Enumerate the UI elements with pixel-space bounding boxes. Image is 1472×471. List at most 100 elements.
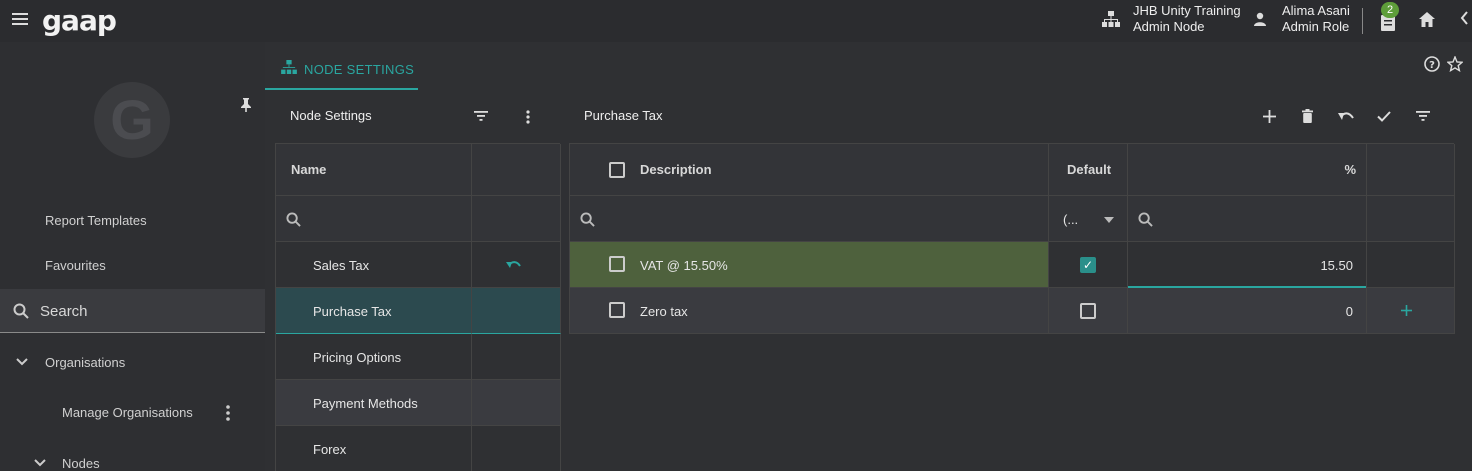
node-settings-grid: Name Sales Tax Purchase Tax Pricing Opti… (275, 143, 561, 471)
tab-node-settings[interactable]: NODE SETTINGS (265, 52, 418, 90)
default-checkbox-checked[interactable]: ✓ (1080, 257, 1096, 273)
dropdown-arrow-icon (1104, 217, 1114, 223)
more-vertical-icon[interactable] (526, 110, 530, 124)
node-role: Admin Node (1133, 19, 1205, 34)
tab-label: NODE SETTINGS (304, 62, 415, 77)
list-item-label: Pricing Options (313, 350, 402, 365)
purchase-tax-grid: Description Default % (... VAT @ 15.50% … (569, 143, 1455, 334)
column-header-label: Default (1067, 162, 1112, 177)
list-item[interactable]: Payment Methods (276, 380, 472, 426)
more-vertical-icon[interactable] (226, 405, 230, 421)
select-all-checkbox[interactable] (609, 162, 625, 178)
app-logo: gaap (42, 4, 117, 37)
sidebar-search[interactable]: Search (0, 289, 265, 333)
description-filter-input[interactable] (570, 196, 1049, 242)
user-icon (1253, 12, 1267, 31)
undo-icon[interactable] (1338, 111, 1354, 122)
node-selector[interactable]: JHB Unity Training Admin Node (1133, 3, 1241, 35)
star-icon[interactable] (1447, 56, 1463, 72)
left-panel-title: Node Settings (290, 108, 372, 123)
node-name: JHB Unity Training (1133, 3, 1241, 18)
sitemap-icon (281, 60, 297, 74)
svg-text:?: ? (1429, 60, 1435, 71)
user-role: Admin Role (1282, 19, 1350, 34)
column-header-name[interactable]: Name (276, 144, 472, 196)
search-label: Search (40, 303, 88, 320)
right-panel-title: Purchase Tax (584, 108, 663, 123)
percent-edit-input[interactable]: 15.50 (1128, 242, 1367, 288)
list-item-selected[interactable]: Purchase Tax (276, 288, 472, 334)
name-filter-input[interactable] (276, 196, 472, 242)
user-name: Alima Asani (1282, 3, 1350, 18)
column-header-default[interactable]: Default (1049, 144, 1128, 196)
add-icon (1401, 305, 1412, 316)
column-header-description[interactable]: Description (570, 144, 1049, 196)
search-icon (1138, 212, 1153, 227)
user-menu[interactable]: Alima Asani Admin Role (1282, 3, 1350, 35)
column-header-label: % (1344, 162, 1356, 177)
chevron-down-icon[interactable] (34, 459, 46, 467)
list-item-actions (472, 288, 561, 334)
row-percent: 15.50 (1320, 258, 1353, 273)
table-row-default[interactable]: ✓ (1049, 242, 1128, 288)
list-item[interactable]: Forex (276, 426, 472, 471)
home-icon[interactable] (1419, 12, 1435, 32)
add-row-button[interactable] (1367, 288, 1455, 334)
column-header-actions (1367, 144, 1455, 196)
row-checkbox[interactable] (609, 256, 625, 272)
table-row-percent[interactable]: 0 (1128, 288, 1367, 334)
tree-item-nodes[interactable]: Nodes (62, 456, 100, 471)
list-item[interactable]: Pricing Options (276, 334, 472, 380)
list-item-actions (472, 426, 561, 471)
list-item-label: Sales Tax (313, 258, 370, 273)
tree-item-organisations[interactable]: Organisations (45, 355, 125, 370)
tree-item-manage-organisations[interactable]: Manage Organisations (62, 405, 193, 420)
list-item[interactable]: Sales Tax (276, 242, 472, 288)
menu-icon[interactable] (12, 13, 28, 27)
filter-icon[interactable] (474, 111, 488, 121)
sidebar: G Report Templates Favourites Search Org… (0, 42, 265, 471)
table-row-description[interactable]: Zero tax (570, 288, 1049, 334)
row-checkbox[interactable] (609, 302, 625, 318)
list-item-label: Payment Methods (313, 396, 418, 411)
notification-badge: 2 (1381, 2, 1399, 18)
row-description: VAT @ 15.50% (640, 258, 728, 273)
row-description: Zero tax (640, 304, 688, 319)
percent-filter-input[interactable] (1128, 196, 1367, 242)
search-icon (13, 303, 29, 319)
help-icon[interactable]: ? (1424, 56, 1440, 72)
pin-icon[interactable] (240, 98, 252, 115)
collapse-chevron-icon[interactable] (1460, 11, 1468, 30)
filter-icon[interactable] (1416, 111, 1430, 121)
filter-cell-empty (472, 196, 561, 242)
search-icon (580, 212, 595, 227)
list-item-label: Forex (313, 442, 347, 457)
add-icon[interactable] (1263, 110, 1276, 123)
table-row-description[interactable]: VAT @ 15.50% (570, 242, 1049, 288)
table-row-default[interactable] (1049, 288, 1128, 334)
top-bar: gaap JHB Unity Training Admin Node Alima… (0, 0, 1472, 42)
default-filter-value: (... (1063, 212, 1079, 227)
row-percent: 0 (1345, 304, 1353, 319)
undo-row-button[interactable] (472, 242, 561, 288)
search-icon (286, 212, 301, 227)
row-actions (1367, 242, 1455, 288)
check-icon[interactable] (1377, 111, 1391, 122)
filter-cell-empty (1367, 196, 1455, 242)
column-header-label: Name (291, 162, 327, 177)
default-checkbox[interactable] (1080, 303, 1096, 319)
delete-icon[interactable] (1302, 109, 1313, 123)
list-item-actions (472, 334, 561, 380)
undo-icon (506, 261, 521, 268)
sidebar-item-report-templates[interactable]: Report Templates (45, 213, 147, 228)
default-filter-select[interactable]: (... (1049, 196, 1128, 242)
sitemap-icon (1102, 11, 1120, 32)
company-logo-icon: G (94, 82, 170, 158)
column-header-actions (472, 144, 561, 196)
column-header-percent[interactable]: % (1128, 144, 1367, 196)
chevron-down-icon[interactable] (16, 358, 28, 366)
divider (1362, 8, 1363, 34)
sidebar-item-favourites[interactable]: Favourites (45, 258, 106, 273)
column-header-label: Description (640, 162, 712, 177)
list-item-actions (472, 380, 561, 426)
